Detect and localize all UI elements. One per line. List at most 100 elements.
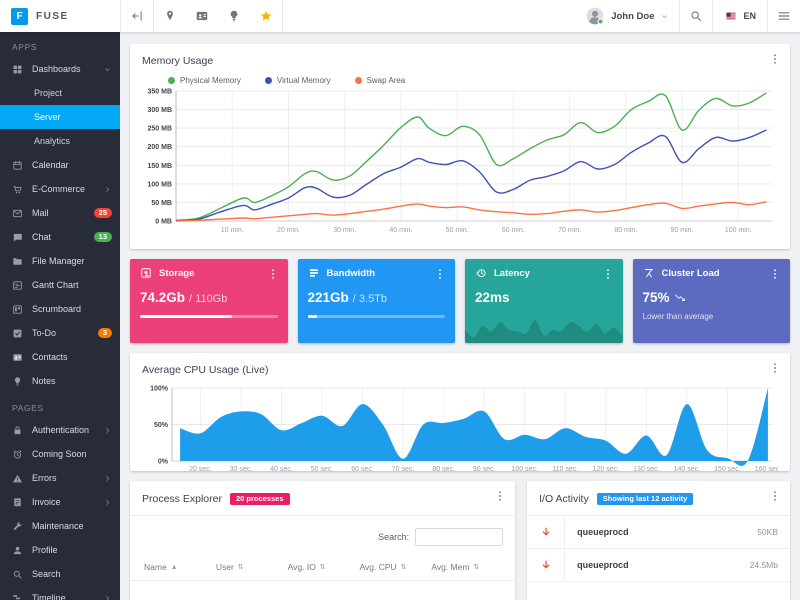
storage-card: Storage 74.2Gb / 110Gb: [130, 259, 288, 343]
io-activity-row[interactable]: queueprocd 50KB: [527, 516, 790, 550]
sidebar-item-label: Project: [34, 88, 63, 98]
search-button[interactable]: [680, 0, 712, 32]
sidebar-item-timeline[interactable]: Timeline: [0, 586, 120, 600]
io-activity-menu-button[interactable]: [768, 489, 782, 503]
user-name: John Doe: [611, 10, 655, 22]
io-size: 24.5Mb: [749, 560, 778, 571]
cluster-menu-button[interactable]: [768, 267, 782, 281]
legend-label: Physical Memory: [180, 76, 241, 85]
sidebar-item-scrumboard[interactable]: Scrumboard: [0, 297, 120, 321]
cluster-icon: [643, 267, 655, 279]
sidebar-fold-button[interactable]: [121, 0, 153, 32]
cpu-usage-chart: 20 sec. 30 sec. 40 sec. 50 sec. 60 sec. 70 se…: [150, 385, 778, 473]
svg-text:100 min.: 100 min.: [725, 227, 752, 234]
sidebar-nav: APPS Dashboards Project Server Analytics…: [0, 32, 120, 600]
sidebar-item-ecommerce[interactable]: E-Commerce: [0, 177, 120, 201]
storage-progress-fill: [140, 315, 233, 319]
sidebar-item-label: Gantt Chart: [32, 280, 79, 290]
column-header-name[interactable]: Name ▲: [144, 562, 216, 572]
cpu-usage-card: Average CPU Usage (Live) 20 sec. 30 sec. 4…: [130, 352, 790, 473]
app-logo[interactable]: F FUSE: [0, 0, 120, 32]
contacts-icon: [12, 352, 23, 363]
memory-usage-chart: 10 min. 20 min. 30 min. 40 min. 50 min. 60 mi…: [147, 89, 772, 234]
timeline-icon: [12, 593, 23, 600]
more-vert-icon: [493, 489, 507, 503]
svg-text:50 min.: 50 min.: [446, 227, 469, 234]
svg-text:40 min.: 40 min.: [389, 227, 412, 234]
star-icon: [259, 9, 273, 23]
storage-menu-button[interactable]: [266, 267, 280, 281]
sidebar-item-notes[interactable]: Notes: [0, 369, 120, 393]
svg-text:120 sec.: 120 sec.: [593, 466, 620, 473]
sidebar-item-profile[interactable]: Profile: [0, 538, 120, 562]
sidebar-item-dashboards[interactable]: Dashboards: [0, 57, 120, 81]
sidebar-item-label: Coming Soon: [32, 449, 87, 459]
column-header-avg-io[interactable]: Avg. IO ⇅: [288, 562, 360, 572]
calendar-icon: [12, 160, 23, 171]
more-vert-icon: [768, 267, 782, 281]
quick-panel-button[interactable]: [768, 0, 800, 32]
cpu-usage-title: Average CPU Usage (Live): [142, 363, 269, 376]
svg-text:200 MB: 200 MB: [147, 144, 172, 151]
more-vert-icon: [768, 52, 782, 66]
shortcut-star-button[interactable]: [250, 0, 282, 32]
process-search-input[interactable]: [415, 528, 504, 547]
column-header-avg-cpu[interactable]: Avg. CPU ⇅: [359, 562, 431, 572]
column-header-user[interactable]: User ⇅: [216, 562, 288, 572]
receipt-icon: [12, 497, 23, 508]
process-explorer-menu-button[interactable]: [493, 489, 507, 503]
legend-item-swap: Swap Area: [354, 76, 405, 85]
memory-usage-menu-button[interactable]: [768, 52, 782, 66]
notes-icon: [12, 376, 23, 387]
shortcut-contacts-button[interactable]: [186, 0, 218, 32]
sidebar-item-todo[interactable]: To-Do 3: [0, 321, 120, 345]
sidebar-item-label: Profile: [32, 545, 58, 555]
sidebar-item-contacts[interactable]: Contacts: [0, 345, 120, 369]
io-activity-row[interactable]: queueprocd 24.5Mb: [527, 549, 790, 583]
io-activity-title: I/O Activity: [539, 493, 589, 506]
sidebar-item-search[interactable]: Search: [0, 562, 120, 586]
svg-text:50%: 50%: [154, 422, 169, 429]
shortcut-location-button[interactable]: [154, 0, 186, 32]
latency-card-header: Latency: [475, 267, 613, 279]
sidebar-item-analytics[interactable]: Analytics: [0, 129, 120, 153]
sidebar-item-calendar[interactable]: Calendar: [0, 153, 120, 177]
svg-text:110 sec.: 110 sec.: [552, 466, 578, 473]
fold-icon: [130, 9, 144, 23]
column-header-avg-mem[interactable]: Avg. Mem ⇅: [431, 562, 503, 572]
sidebar-item-chat[interactable]: Chat 13: [0, 225, 120, 249]
cluster-value-row: 75%: [643, 290, 781, 305]
cluster-card-header: Cluster Load: [643, 267, 781, 279]
svg-text:0 MB: 0 MB: [155, 219, 172, 226]
process-explorer-card: Process Explorer 20 processes Search: Na…: [130, 480, 516, 600]
bandwidth-title: Bandwidth: [326, 267, 376, 279]
chevron-down-icon: [103, 65, 112, 74]
sidebar-item-label: Calendar: [32, 160, 69, 170]
svg-text:80 sec.: 80 sec.: [432, 466, 455, 473]
sidebar-item-coming-soon[interactable]: Coming Soon: [0, 442, 120, 466]
language-menu-button[interactable]: EN: [713, 0, 767, 32]
sidebar-item-errors[interactable]: Errors: [0, 466, 120, 490]
sidebar-item-invoice[interactable]: Invoice: [0, 490, 120, 514]
sidebar-item-maintenance[interactable]: Maintenance: [0, 514, 120, 538]
shortcut-ideas-button[interactable]: [218, 0, 250, 32]
sidebar-item-server[interactable]: Server: [0, 105, 120, 129]
sidebar-item-file-manager[interactable]: File Manager: [0, 249, 120, 273]
sidebar-item-project[interactable]: Project: [0, 81, 120, 105]
search-label: Search:: [378, 532, 410, 543]
sidebar-item-label: File Manager: [32, 256, 85, 266]
sidebar-item-label: Analytics: [34, 136, 71, 146]
user-menu-button[interactable]: John Doe: [575, 0, 679, 32]
history-clock-icon: [475, 267, 487, 279]
bandwidth-menu-button[interactable]: [433, 267, 447, 281]
dashboards-icon: [12, 64, 23, 75]
sidebar-item-authentication[interactable]: Authentication: [0, 418, 120, 442]
svg-text:130 sec.: 130 sec.: [633, 466, 660, 473]
svg-text:300 MB: 300 MB: [147, 107, 172, 114]
cpu-usage-menu-button[interactable]: [768, 361, 782, 375]
latency-menu-button[interactable]: [601, 267, 615, 281]
stat-cards-row: Storage 74.2Gb / 110Gb Bandwidth 221Gb /…: [130, 259, 790, 343]
sidebar-item-gantt-chart[interactable]: Gantt Chart: [0, 273, 120, 297]
sidebar-item-mail[interactable]: Mail 25: [0, 201, 120, 225]
